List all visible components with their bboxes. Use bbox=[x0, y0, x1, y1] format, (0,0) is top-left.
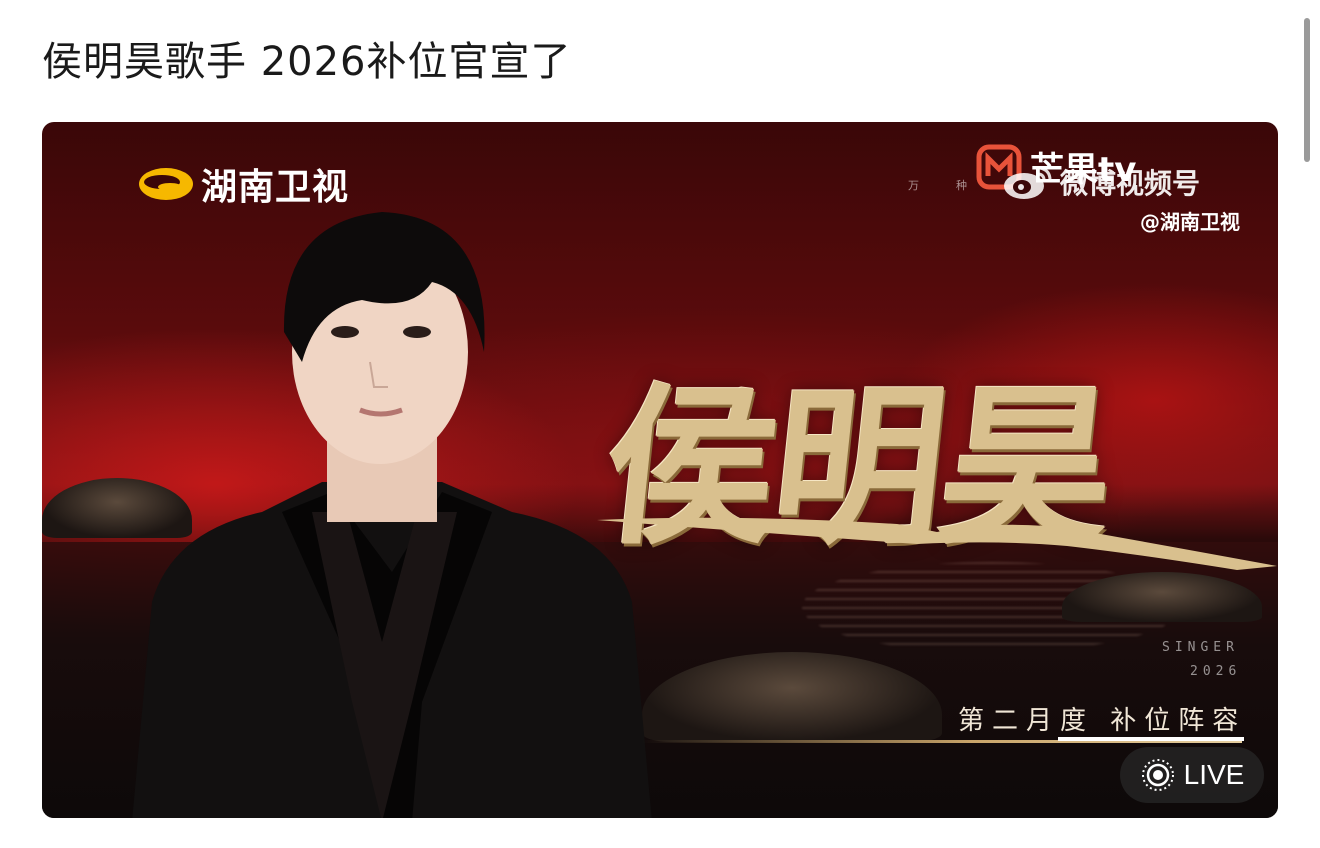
live-photo-icon bbox=[1141, 759, 1174, 791]
live-label: LIVE bbox=[1183, 759, 1245, 790]
weibo-channel-label: 微博视频号 bbox=[1060, 167, 1201, 200]
show-title: SINGER bbox=[1162, 640, 1239, 655]
weibo-eye-icon bbox=[1004, 166, 1052, 199]
white-accent-bar bbox=[1058, 737, 1244, 741]
live-photo-badge[interactable]: LIVE bbox=[1120, 747, 1264, 803]
show-year: 2026 bbox=[1190, 664, 1242, 679]
tiny-char-1: 万 bbox=[908, 179, 919, 192]
singer-portrait bbox=[132, 212, 652, 818]
poster-image[interactable]: 湖南卫视 芒果tv 万 种 微博视频号 @湖南卫视 侯明昊 SINGER 202… bbox=[42, 122, 1278, 818]
weibo-handle: @湖南卫视 bbox=[1140, 210, 1240, 234]
post-title: 侯明昊歌手 2026补位官宣了 bbox=[42, 39, 572, 85]
brush-stroke-decoration bbox=[597, 517, 1277, 570]
tiny-char-2: 种 bbox=[956, 179, 967, 192]
weibo-watermark: 微博视频号 bbox=[1002, 162, 1200, 202]
announcement-text: 第二月度 补位阵容 bbox=[958, 706, 1247, 736]
scrollbar-thumb[interactable] bbox=[1304, 18, 1310, 162]
